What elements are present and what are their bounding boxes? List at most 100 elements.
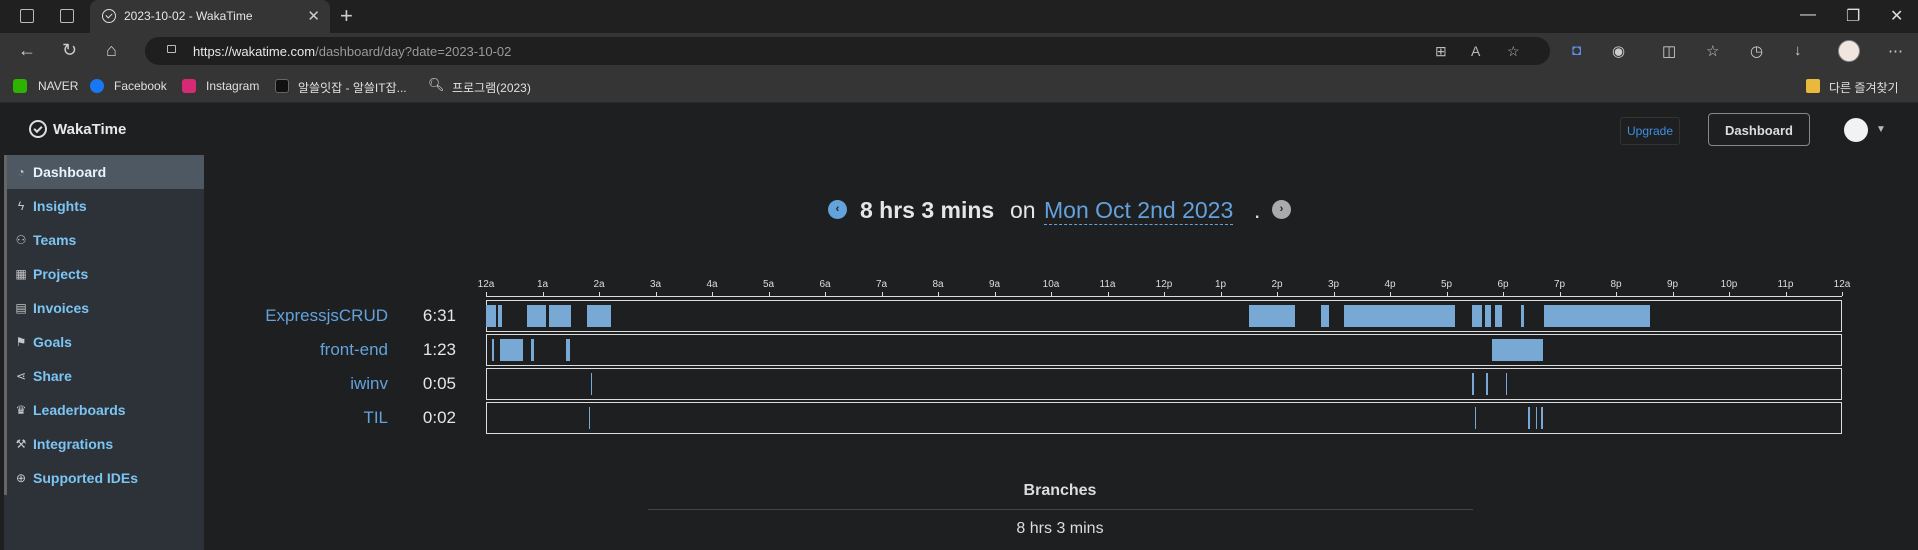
sidebar-item-integrations[interactable]: ⚒ Integrations [4,427,204,461]
bookmark-site[interactable]: 알쓸잇잡 - 알쓸IT잡... [298,79,407,96]
home-icon[interactable]: ⌂ [106,40,117,61]
sidebar-scrollbar[interactable] [4,155,7,495]
activity-segment[interactable] [1491,339,1543,361]
minimize-icon[interactable]: — [1800,6,1816,24]
brand-name[interactable]: WakaTime [53,121,126,138]
sidebar-item-supported-ides[interactable]: ⊕ Supported IDEs [4,461,204,495]
tick-label: 11p [1777,279,1794,290]
sidebar-item-teams[interactable]: ⚇ Teams [4,223,204,257]
branches-title: Branches [1023,482,1097,499]
tick-label: 3p [1327,279,1340,290]
activity-segment[interactable] [1505,373,1508,395]
sidebar-item-share[interactable]: ⋖ Share [4,359,204,393]
activity-segment[interactable] [500,339,523,361]
activity-segment[interactable] [1484,305,1491,327]
browser-profile-avatar[interactable] [1838,40,1860,62]
date-picker[interactable]: Mon Oct 2nd 2023 [1044,197,1234,225]
activity-segment[interactable] [1494,305,1502,327]
tick-label: 12a [477,279,495,290]
tick-label: 3a [649,279,662,290]
sidebar-item-label: Integrations [33,436,114,452]
activity-segment[interactable] [1343,305,1455,327]
activity-segment[interactable] [1543,305,1650,327]
tab-actions-icon[interactable] [60,9,74,23]
bitwarden-extension-icon[interactable]: ◘ [1572,42,1581,59]
new-tab-icon[interactable]: + [340,3,353,29]
activity-segment[interactable] [491,339,495,361]
sidebar-item-leaderboards[interactable]: ♛ Leaderboards [4,393,204,427]
tab-close-icon[interactable]: ✕ [307,7,320,25]
activity-segment[interactable] [1528,407,1531,429]
workspaces-icon[interactable] [20,9,34,23]
read-aloud-icon[interactable]: A [1471,43,1480,59]
sidebar-item-dashboard[interactable]: ◔ Dashboard [4,155,204,189]
file-icon: ▤ [15,301,27,315]
activity-segment[interactable] [548,305,572,327]
activity-segment[interactable] [498,305,502,327]
timeline-row [486,334,1842,366]
chevron-down-icon[interactable]: ▼ [1876,124,1886,135]
bookmark-facebook[interactable]: Facebook [114,79,167,93]
activity-segment[interactable] [1474,407,1477,429]
project-time: 1:23 [422,340,456,359]
bookmark-program[interactable]: 프로그램(2023) [452,79,531,96]
activity-segment[interactable] [586,305,612,327]
sidebar-item-insights[interactable]: ϟ Insights [4,189,204,223]
sidebar-item-goals[interactable]: ⚑ Goals [4,325,204,359]
activity-segment[interactable] [1486,373,1488,395]
activity-segment[interactable] [1471,373,1474,395]
tick-label: 7p [1553,279,1566,290]
tick-label: 4a [706,279,718,290]
project-time: 6:31 [422,306,456,325]
prev-day-icon[interactable]: ‹ [828,200,847,219]
tick-label: 7a [875,279,888,290]
url-path: /dashboard/day?date=2023-10-02 [315,44,512,59]
project-link[interactable]: TIL [363,408,388,428]
sidebar-item-invoices[interactable]: ▤ Invoices [4,291,204,325]
restore-icon[interactable]: ❐ [1846,6,1860,26]
activity-segment[interactable] [1541,407,1543,429]
sidebar-item-projects[interactable]: ▦ Projects [4,257,204,291]
downloads-icon[interactable]: ↓ [1794,42,1802,59]
activity-segment[interactable] [531,339,534,361]
activity-segment[interactable] [1321,305,1329,327]
apps-icon[interactable]: ⊞ [1435,43,1447,60]
activity-segment[interactable] [1471,305,1482,327]
tick-label: 4p [1384,279,1396,290]
sidebar-item-label: Projects [33,266,89,282]
next-day-icon[interactable]: › [1272,200,1291,219]
project-link[interactable]: ExpressjsCRUD [265,306,388,326]
browser-tab[interactable]: 2023-10-02 - WakaTime ✕ [90,0,330,33]
split-screen-icon[interactable]: ◫ [1662,42,1676,60]
activity-segment[interactable] [526,305,547,327]
address-bar[interactable]: https://wakatime.com/dashboard/day?date=… [145,37,1550,65]
favorites-icon[interactable]: ☆ [1706,42,1719,60]
timeline-axis [486,296,1842,297]
tab-title: 2023-10-02 - WakaTime [124,9,253,23]
refresh-icon[interactable]: ↻ [62,40,77,61]
extension-icon[interactable]: ◉ [1612,42,1625,60]
tick-label: 5p [1440,279,1453,290]
project-link[interactable]: front-end [320,340,388,360]
dashboard-button[interactable]: Dashboard [1708,113,1810,146]
activity-segment[interactable] [1248,305,1296,327]
activity-segment[interactable] [566,339,570,361]
activity-segment[interactable] [588,407,591,429]
project-link[interactable]: iwinv [350,374,388,394]
activity-segment[interactable] [1521,305,1525,327]
activity-segment[interactable] [486,305,497,327]
window-close-icon[interactable]: ✕ [1890,6,1903,26]
activity-segment[interactable] [590,373,593,395]
history-icon[interactable]: ◷ [1750,42,1763,60]
upgrade-button[interactable]: Upgrade [1620,117,1680,145]
activity-segment[interactable] [1535,407,1538,429]
favorite-star-icon[interactable]: ☆ [1507,43,1520,60]
sidebar-item-label: Dashboard [33,164,107,180]
more-menu-icon[interactable]: ⋯ [1888,42,1903,60]
bookmark-other-favorites[interactable]: 다른 즐겨찾기 [1829,79,1899,96]
user-avatar[interactable] [1844,118,1868,142]
back-icon[interactable]: ← [18,40,36,61]
bookmark-naver[interactable]: NAVER [38,79,78,93]
project-time: 0:02 [422,408,456,427]
bookmark-instagram[interactable]: Instagram [206,79,259,93]
